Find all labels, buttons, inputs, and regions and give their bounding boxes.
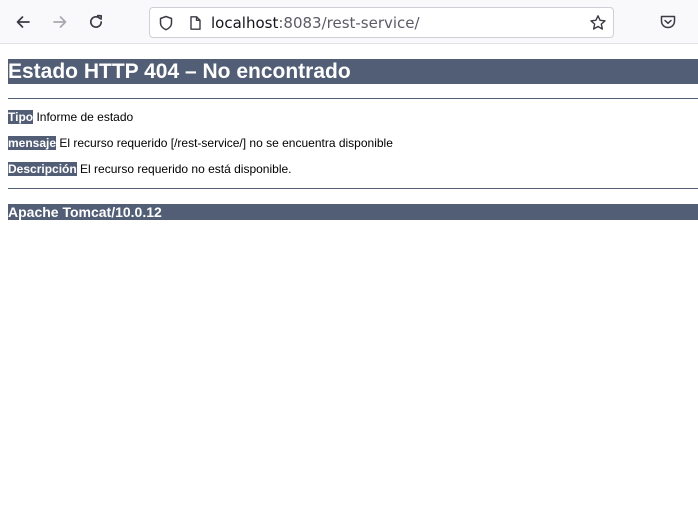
url-path: :8083/rest-service/ xyxy=(278,14,420,32)
divider xyxy=(8,98,698,99)
url-bar[interactable]: localhost:8083/rest-service/ xyxy=(149,7,614,38)
info-row-type: Tipo Informe de estado xyxy=(8,110,133,125)
forward-button[interactable] xyxy=(46,8,74,36)
reload-button[interactable] xyxy=(82,8,110,36)
pocket-icon xyxy=(659,13,677,31)
shield-icon[interactable] xyxy=(158,15,174,35)
info-row-message: mensaje El recurso requerido [/rest-serv… xyxy=(8,136,393,151)
message-value: El recurso requerido [/rest-service/] no… xyxy=(56,136,393,150)
pocket-button[interactable] xyxy=(654,8,682,36)
arrow-right-icon xyxy=(51,13,69,31)
back-button[interactable] xyxy=(9,8,37,36)
divider xyxy=(8,188,698,189)
url-host: localhost xyxy=(211,14,279,32)
star-icon[interactable] xyxy=(589,14,607,36)
description-value: El recurso requerido no está disponible. xyxy=(76,162,292,176)
info-row-description: Descripción El recurso requerido no está… xyxy=(8,162,292,177)
page-icon[interactable] xyxy=(187,15,203,35)
page-title: Estado HTTP 404 – No encontrado xyxy=(8,59,698,84)
server-footer: Apache Tomcat/10.0.12 xyxy=(8,204,698,220)
description-label: Descripción xyxy=(8,162,77,176)
url-text[interactable]: localhost:8083/rest-service/ xyxy=(211,14,420,32)
reload-icon xyxy=(87,13,105,31)
type-value: Informe de estado xyxy=(33,110,134,124)
page-content: Estado HTTP 404 – No encontrado Tipo Inf… xyxy=(0,45,698,506)
arrow-left-icon xyxy=(14,13,32,31)
browser-toolbar: localhost:8083/rest-service/ xyxy=(0,0,698,44)
message-label: mensaje xyxy=(8,136,57,150)
type-label: Tipo xyxy=(8,110,34,124)
